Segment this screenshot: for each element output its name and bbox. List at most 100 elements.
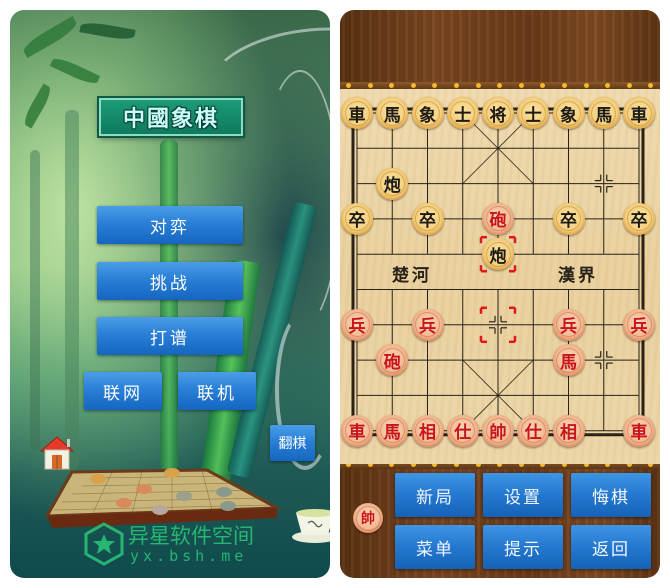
red-piece[interactable]: 兵 xyxy=(623,308,655,341)
rail-rivet xyxy=(540,83,546,88)
black-piece[interactable]: 将 xyxy=(482,97,514,129)
rail-rivet xyxy=(497,83,503,88)
piece-label: 将 xyxy=(485,100,511,126)
smoke-wisp xyxy=(260,70,330,330)
black-piece[interactable]: 炮 xyxy=(482,238,514,271)
rail-rivet xyxy=(475,83,481,88)
rail-rivet xyxy=(410,83,416,88)
challenge-button[interactable]: 挑战 xyxy=(97,262,243,300)
piece-label: 兵 xyxy=(556,312,581,338)
piece-label: 相 xyxy=(556,418,581,444)
black-piece[interactable]: 車 xyxy=(341,97,373,129)
watermark-title: 异星软件空间 xyxy=(128,524,254,548)
piece-label: 馬 xyxy=(556,347,581,373)
piece-label: 炮 xyxy=(485,241,511,267)
black-piece[interactable]: 卒 xyxy=(552,202,585,235)
piece-label: 帥 xyxy=(485,418,511,444)
board-screen: 楚河 漢界 車馬象士将士象馬車炮卒卒砲卒卒炮兵兵兵兵砲馬車馬相仕帥仕相車 帥 新… xyxy=(340,10,660,578)
back-button[interactable]: 返回 xyxy=(571,525,651,569)
teacup-illustration xyxy=(290,505,330,545)
red-piece[interactable]: 相 xyxy=(411,414,444,447)
red-piece[interactable]: 兵 xyxy=(341,308,373,341)
red-piece[interactable]: 車 xyxy=(341,414,373,447)
piece-label: 車 xyxy=(344,418,370,444)
piece-label: 車 xyxy=(626,100,652,126)
piece-label: 馬 xyxy=(591,100,617,126)
black-piece[interactable]: 卒 xyxy=(411,202,444,235)
piece-label: 象 xyxy=(556,100,581,126)
piece-label: 卒 xyxy=(415,206,440,232)
piece-label: 砲 xyxy=(379,347,405,373)
black-piece[interactable]: 炮 xyxy=(376,167,409,200)
piece-label: 砲 xyxy=(485,206,511,232)
home-icon[interactable] xyxy=(39,435,75,471)
piece-label: 仕 xyxy=(520,418,546,444)
chessboard[interactable]: 楚河 漢界 車馬象士将士象馬車炮卒卒砲卒卒炮兵兵兵兵砲馬車馬相仕帥仕相車 xyxy=(340,89,660,464)
piece-label: 相 xyxy=(415,418,440,444)
piece-label: 車 xyxy=(626,418,652,444)
red-piece[interactable]: 仕 xyxy=(517,414,550,447)
piece-label: 士 xyxy=(520,100,546,126)
piece-label: 象 xyxy=(415,100,440,126)
red-piece[interactable]: 兵 xyxy=(552,308,585,341)
red-piece[interactable]: 帥 xyxy=(482,414,514,447)
rail-rivet xyxy=(648,83,654,88)
bamboo-stalk xyxy=(65,110,79,470)
rail-rivet xyxy=(389,83,395,88)
menu-screen: 中國象棋 对弈 挑战 打谱 联网 联机 翻棋 异星软件空间 yx.bsh.me xyxy=(10,10,330,578)
rail-rivet xyxy=(518,83,524,88)
rail-rivet xyxy=(605,83,611,88)
turn-indicator: 帥 xyxy=(353,503,383,533)
undo-button[interactable]: 悔棋 xyxy=(571,473,651,517)
bamboo-leaf xyxy=(79,20,136,42)
black-piece[interactable]: 士 xyxy=(446,97,479,129)
red-piece[interactable]: 相 xyxy=(552,414,585,447)
piece-label: 卒 xyxy=(626,206,652,232)
online-button[interactable]: 联网 xyxy=(84,372,162,410)
piece-label: 卒 xyxy=(344,206,370,232)
game-title: 中國象棋 xyxy=(122,106,219,132)
black-piece[interactable]: 象 xyxy=(552,97,585,129)
black-piece[interactable]: 馬 xyxy=(376,97,409,129)
piece-label: 兵 xyxy=(626,312,652,338)
red-piece[interactable]: 兵 xyxy=(411,308,444,341)
bamboo-stalk xyxy=(30,150,40,450)
black-piece[interactable]: 車 xyxy=(623,97,655,129)
red-piece[interactable]: 仕 xyxy=(446,414,479,447)
bluetooth-button[interactable]: 联机 xyxy=(178,372,256,410)
watermark-logo-icon xyxy=(84,522,124,566)
red-piece[interactable]: 砲 xyxy=(482,202,514,235)
bamboo-leaf xyxy=(20,15,80,59)
rail-rivet xyxy=(346,83,351,88)
new-game-button[interactable]: 新局 xyxy=(395,473,475,517)
bamboo-leaf xyxy=(49,54,101,88)
red-piece[interactable]: 馬 xyxy=(552,344,585,377)
rail-rivet xyxy=(367,83,373,88)
piece-label: 士 xyxy=(450,100,476,126)
settings-button[interactable]: 设置 xyxy=(483,473,563,517)
piece-label: 馬 xyxy=(379,418,405,444)
rail-rivet xyxy=(583,83,589,88)
record-button[interactable]: 打谱 xyxy=(97,317,243,355)
menu-button[interactable]: 菜单 xyxy=(395,525,475,569)
vs-button[interactable]: 对弈 xyxy=(97,206,243,244)
black-piece[interactable]: 士 xyxy=(517,97,550,129)
red-piece[interactable]: 馬 xyxy=(376,414,409,447)
river-label-han: 漢界 xyxy=(558,266,598,286)
hint-button[interactable]: 提示 xyxy=(483,525,563,569)
black-piece[interactable]: 卒 xyxy=(341,202,373,235)
rail-rivet xyxy=(454,83,459,88)
rail-rivet xyxy=(432,83,438,88)
piece-label: 仕 xyxy=(450,418,476,444)
red-piece[interactable]: 車 xyxy=(623,414,655,447)
black-piece[interactable]: 馬 xyxy=(587,97,620,129)
piece-label: 車 xyxy=(344,100,370,126)
watermark-url: yx.bsh.me xyxy=(130,547,248,565)
board-grid xyxy=(351,107,645,437)
river-label-chu: 楚河 xyxy=(392,266,432,286)
black-piece[interactable]: 卒 xyxy=(623,202,655,235)
piece-label: 卒 xyxy=(556,206,581,232)
black-piece[interactable]: 象 xyxy=(411,97,444,129)
flip-chess-button[interactable]: 翻棋 xyxy=(270,425,315,461)
bamboo-stalk xyxy=(160,140,178,470)
